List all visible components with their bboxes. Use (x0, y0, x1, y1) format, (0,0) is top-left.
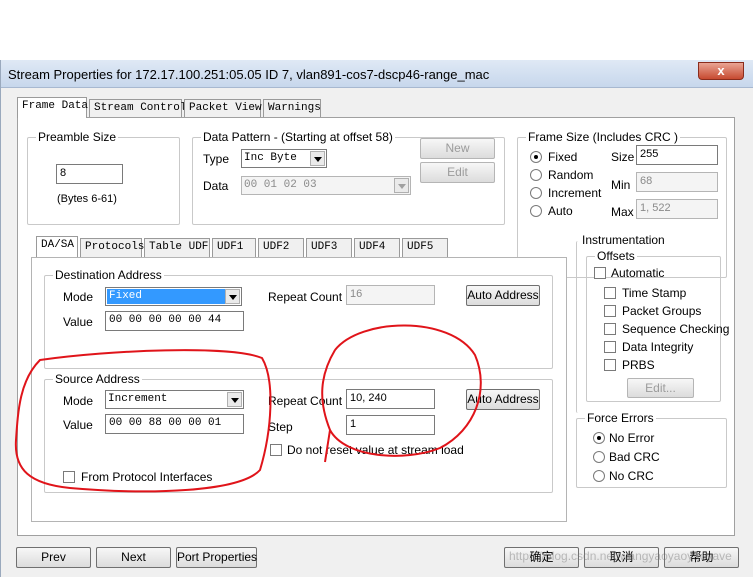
tab-da-sa[interactable]: DA/SA (36, 236, 78, 257)
annotation-circle-repeat (321, 324, 482, 463)
annotation-circle-source (14, 349, 272, 493)
tab-frame-data[interactable]: Frame Data (17, 97, 88, 118)
annotation-overlay (14, 324, 482, 493)
